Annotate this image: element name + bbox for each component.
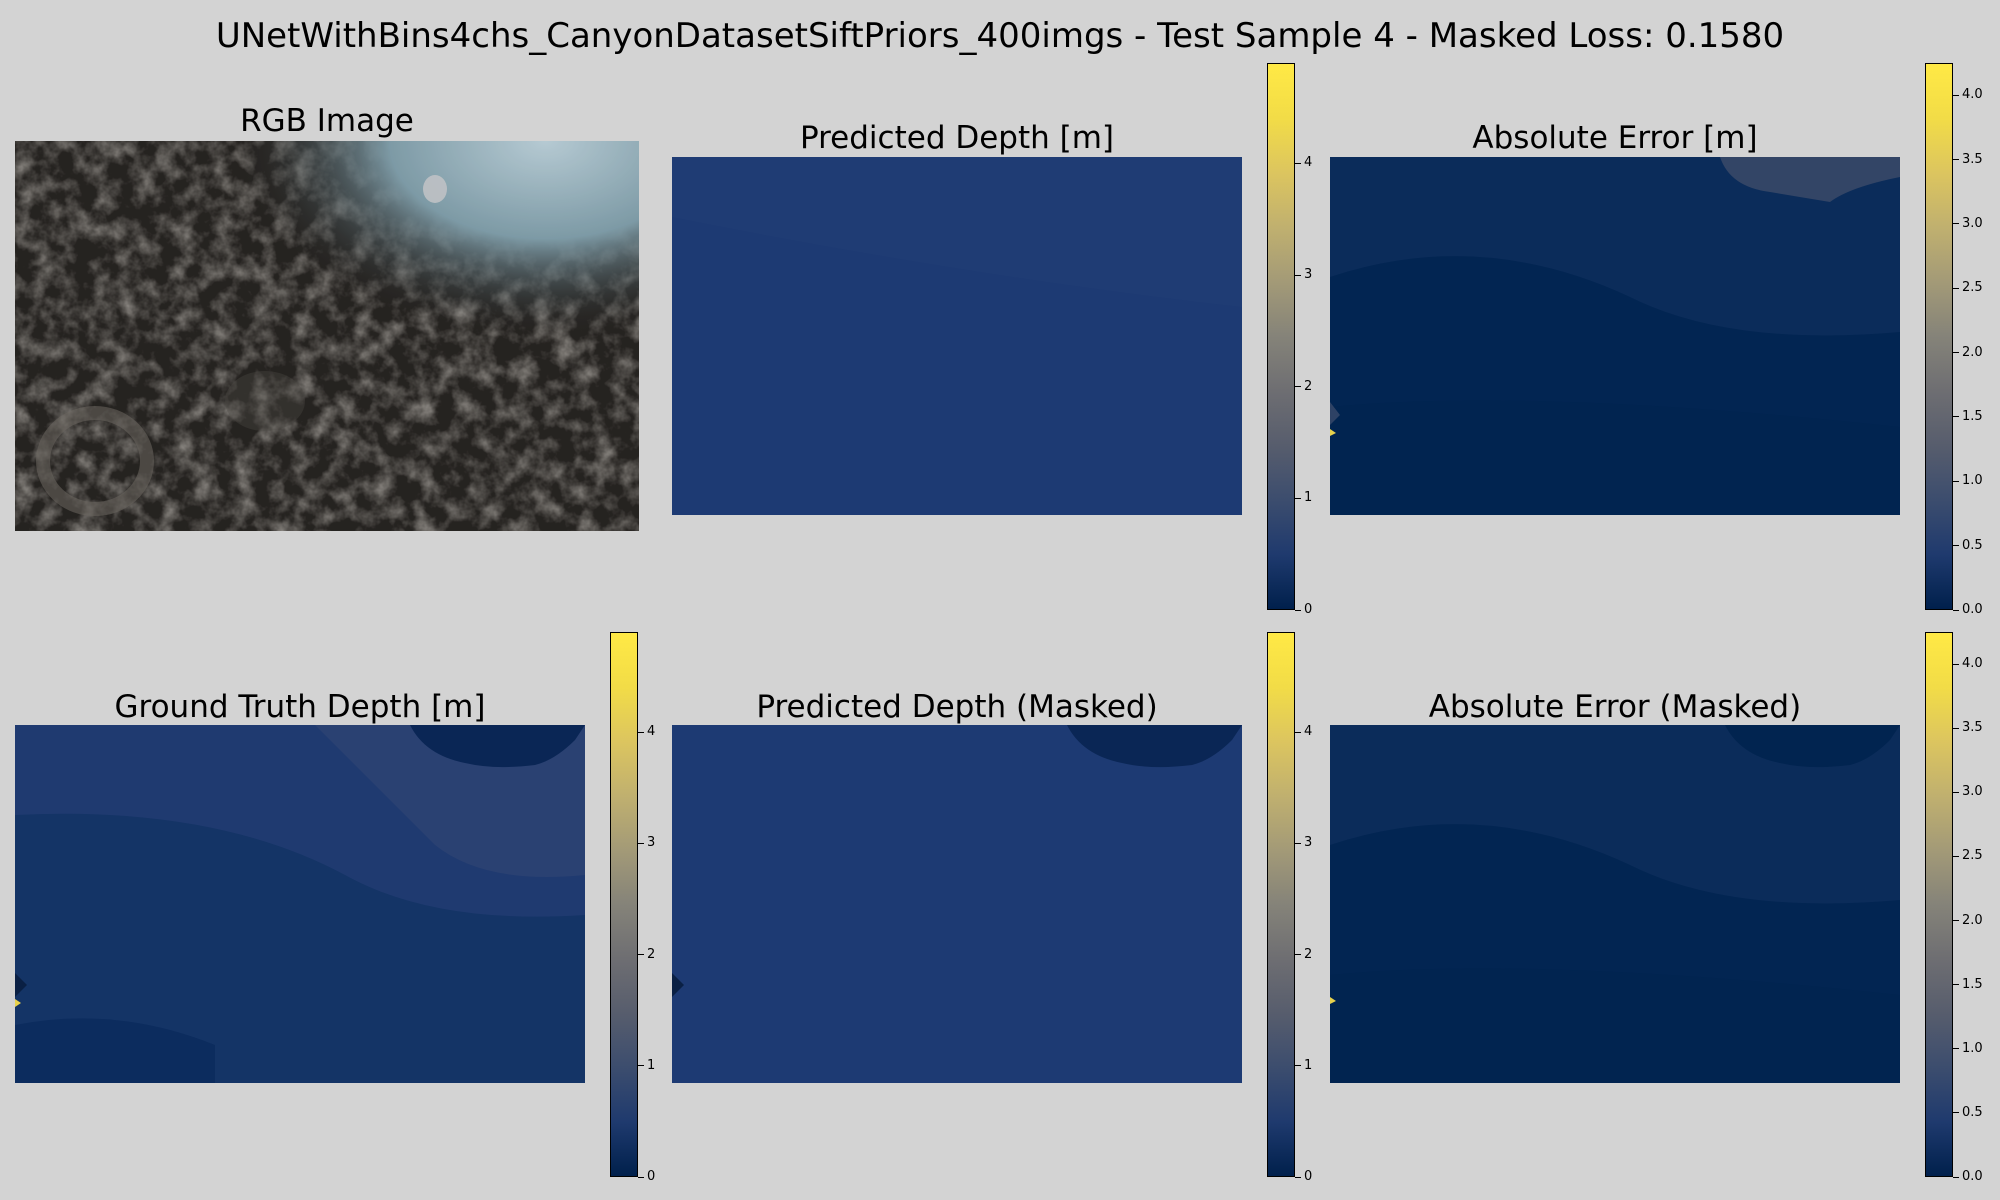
colorbar-tick — [1953, 727, 1959, 729]
panel-title-absolute-error: Absolute Error [m] — [1472, 120, 1758, 156]
colorbar-tick — [1953, 663, 1959, 665]
colorbar-tick — [1953, 1176, 1959, 1178]
colorbar-tick-label: 2 — [647, 946, 656, 962]
colorbar-gradient — [1267, 632, 1295, 1177]
predicted-depth-heatmap — [672, 157, 1242, 515]
colorbar-tick-label: 0.0 — [1962, 602, 1983, 617]
panel-title-predicted-masked: Predicted Depth (Masked) — [756, 689, 1158, 725]
rgb-image — [15, 141, 639, 531]
colorbar-tick-label: 0 — [1304, 602, 1313, 617]
colorbar-tick — [1295, 1065, 1301, 1067]
colorbar-tick-label: 2 — [1304, 378, 1313, 394]
colorbar-tick — [1295, 609, 1301, 611]
colorbar-tick-label: 1 — [647, 1057, 656, 1073]
colorbar-gradient — [1925, 632, 1953, 1177]
colorbar-tick-label: 0.5 — [1962, 537, 1983, 553]
colorbar-tick — [1295, 731, 1301, 733]
ground-truth-heatmap — [15, 725, 585, 1083]
colorbar-tick — [1953, 855, 1959, 857]
colorbar-tick-label: 1.5 — [1962, 976, 1983, 992]
predicted-masked-heatmap — [672, 725, 1242, 1083]
colorbar-tick-label: 0 — [1304, 1169, 1313, 1184]
colorbar-tick — [1953, 1048, 1959, 1050]
colorbar-tick-label: 3 — [647, 835, 656, 851]
colorbar-tick-label: 1 — [1304, 1057, 1313, 1073]
colorbar-gradient — [1925, 63, 1953, 610]
colorbar-tick-label: 3 — [1304, 835, 1313, 851]
colorbar-absolute-error-masked: 0.0 0.5 1.0 1.5 2.0 2.5 3.0 3.5 4.0 — [1925, 632, 1995, 1183]
colorbar-tick-label: 0 — [647, 1169, 656, 1184]
panel-title-absolute-error-masked: Absolute Error (Masked) — [1428, 689, 1802, 725]
colorbar-tick-label: 3.5 — [1962, 151, 1983, 167]
colorbar-absolute-error: 0.0 0.5 1.0 1.5 2.0 2.5 3.0 3.5 4.0 — [1925, 63, 1995, 616]
colorbar-tick-label: 2.0 — [1962, 912, 1983, 928]
colorbar-tick-label: 4 — [647, 724, 656, 740]
colorbar-predicted-depth: 0 1 2 3 4 — [1267, 63, 1327, 616]
colorbar-tick-label: 2 — [1304, 946, 1313, 962]
colorbar-tick — [1295, 1176, 1301, 1178]
colorbar-tick — [1953, 416, 1959, 418]
colorbar-tick-label: 3 — [1304, 267, 1313, 283]
colorbar-tick — [1953, 159, 1959, 161]
colorbar-tick — [638, 731, 644, 733]
panel-title-rgb: RGB Image — [240, 103, 414, 139]
colorbar-tick-label: 1.0 — [1962, 1040, 1983, 1056]
colorbar-tick-label: 4 — [1304, 724, 1313, 740]
colorbar-tick-label: 3.5 — [1962, 720, 1983, 736]
colorbar-tick — [638, 1065, 644, 1067]
colorbar-tick-label: 2.0 — [1962, 344, 1983, 360]
absolute-error-masked-heatmap — [1330, 725, 1900, 1083]
colorbar-tick — [1953, 223, 1959, 225]
colorbar-tick — [1953, 609, 1959, 611]
colorbar-tick — [638, 842, 644, 844]
colorbar-tick — [638, 1176, 644, 1178]
colorbar-tick — [1953, 920, 1959, 922]
panel-title-predicted-depth: Predicted Depth [m] — [799, 120, 1115, 156]
colorbar-tick — [1295, 954, 1301, 956]
colorbar-gradient — [610, 632, 638, 1177]
colorbar-predicted-masked: 0 1 2 3 4 — [1267, 632, 1327, 1183]
colorbar-tick-label: 3.0 — [1962, 784, 1983, 800]
colorbar-tick-label: 2.5 — [1962, 848, 1983, 864]
colorbar-tick — [1953, 480, 1959, 482]
colorbar-tick — [1295, 386, 1301, 388]
colorbar-tick-label: 1 — [1304, 490, 1313, 506]
colorbar-tick — [1953, 287, 1959, 289]
colorbar-ground-truth: 0 1 2 3 4 — [610, 632, 670, 1183]
colorbar-tick — [1953, 94, 1959, 96]
figure-title: UNetWithBins4chs_CanyonDatasetSiftPriors… — [215, 16, 1785, 56]
colorbar-tick-label: 3.0 — [1962, 215, 1983, 231]
colorbar-tick-label: 1.0 — [1962, 473, 1983, 489]
absolute-error-heatmap — [1330, 157, 1900, 515]
colorbar-tick-label: 4.0 — [1962, 87, 1983, 103]
colorbar-tick-label: 2.5 — [1962, 280, 1983, 296]
colorbar-gradient — [1267, 63, 1295, 610]
colorbar-tick-label: 0.5 — [1962, 1104, 1983, 1120]
colorbar-tick-label: 1.5 — [1962, 408, 1983, 424]
colorbar-tick — [1953, 791, 1959, 793]
colorbar-tick — [1953, 984, 1959, 986]
colorbar-tick — [1295, 274, 1301, 276]
colorbar-tick — [638, 954, 644, 956]
colorbar-tick — [1295, 162, 1301, 164]
colorbar-tick — [1295, 497, 1301, 499]
panel-title-ground-truth: Ground Truth Depth [m] — [114, 689, 486, 725]
colorbar-tick-label: 4.0 — [1962, 656, 1983, 672]
colorbar-tick — [1295, 842, 1301, 844]
colorbar-tick — [1953, 545, 1959, 547]
colorbar-tick — [1953, 1112, 1959, 1114]
colorbar-tick-label: 4 — [1304, 155, 1313, 171]
colorbar-tick-label: 0.0 — [1962, 1169, 1983, 1184]
colorbar-tick — [1953, 352, 1959, 354]
